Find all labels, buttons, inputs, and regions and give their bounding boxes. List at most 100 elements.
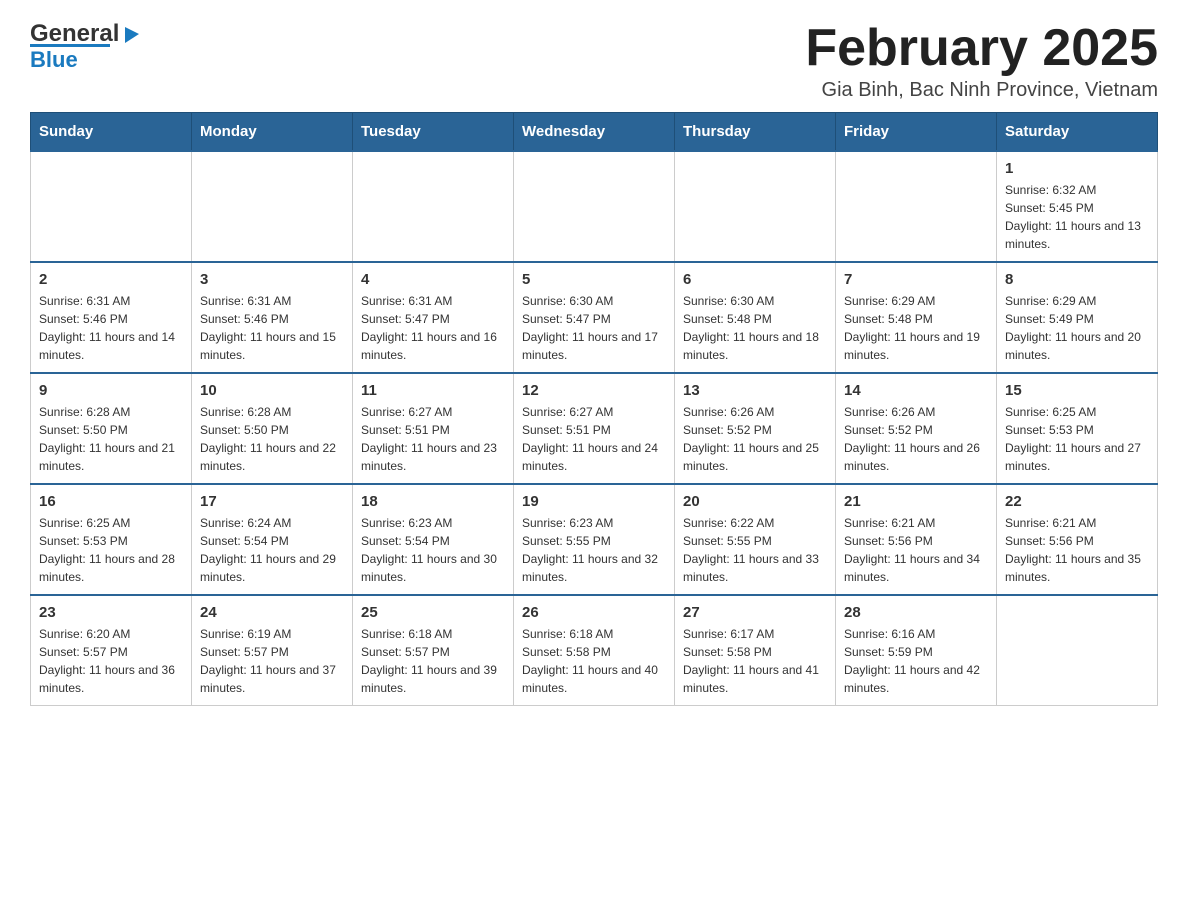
day-number: 18 [361,493,505,510]
day-cell: 23 Sunrise: 6:20 AM Sunset: 5:57 PM Dayli… [31,595,192,706]
day-info: Sunrise: 6:27 AM Sunset: 5:51 PM Dayligh… [361,403,505,475]
day-info: Sunrise: 6:26 AM Sunset: 5:52 PM Dayligh… [844,403,988,475]
day-info: Sunrise: 6:30 AM Sunset: 5:48 PM Dayligh… [683,292,827,364]
day-number: 4 [361,271,505,288]
day-info: Sunrise: 6:28 AM Sunset: 5:50 PM Dayligh… [200,403,344,475]
day-cell [836,151,997,262]
header-cell-friday: Friday [836,113,997,152]
day-number: 21 [844,493,988,510]
day-info: Sunrise: 6:30 AM Sunset: 5:47 PM Dayligh… [522,292,666,364]
day-number: 11 [361,382,505,399]
day-number: 28 [844,604,988,621]
week-row-1: 1 Sunrise: 6:32 AM Sunset: 5:45 PM Daylig… [31,151,1158,262]
header-cell-wednesday: Wednesday [514,113,675,152]
day-cell: 5Sunrise: 6:30 AM Sunset: 5:47 PM Daylig… [514,262,675,373]
header-cell-sunday: Sunday [31,113,192,152]
day-cell: 4 Sunrise: 6:31 AM Sunset: 5:47 PM Daylig… [353,262,514,373]
day-number: 16 [39,493,183,510]
day-number: 15 [1005,382,1149,399]
day-cell: 21Sunrise: 6:21 AM Sunset: 5:56 PM Dayli… [836,484,997,595]
day-cell: 6 Sunrise: 6:30 AM Sunset: 5:48 PM Daylig… [675,262,836,373]
day-info: Sunrise: 6:31 AM Sunset: 5:47 PM Dayligh… [361,292,505,364]
page-header: General Blue February 2025 Gia Binh, Bac… [30,20,1158,102]
day-cell: 8 Sunrise: 6:29 AM Sunset: 5:49 PM Daylig… [997,262,1158,373]
day-info: Sunrise: 6:25 AM Sunset: 5:53 PM Dayligh… [39,514,183,586]
week-row-3: 9 Sunrise: 6:28 AM Sunset: 5:50 PM Daylig… [31,373,1158,484]
day-cell: 3 Sunrise: 6:31 AM Sunset: 5:46 PM Daylig… [192,262,353,373]
day-number: 27 [683,604,827,621]
day-cell [997,595,1158,706]
day-number: 17 [200,493,344,510]
day-cell [192,151,353,262]
logo-triangle-icon [121,25,139,43]
day-cell: 24 Sunrise: 6:19 AM Sunset: 5:57 PM Dayli… [192,595,353,706]
day-cell: 12 Sunrise: 6:27 AM Sunset: 5:51 PM Dayli… [514,373,675,484]
calendar-header: SundayMondayTuesdayWednesdayThursdayFrid… [31,113,1158,152]
day-cell: 15Sunrise: 6:25 AM Sunset: 5:53 PM Dayli… [997,373,1158,484]
day-info: Sunrise: 6:19 AM Sunset: 5:57 PM Dayligh… [200,625,344,697]
day-number: 3 [200,271,344,288]
day-number: 20 [683,493,827,510]
day-number: 9 [39,382,183,399]
day-number: 19 [522,493,666,510]
day-info: Sunrise: 6:31 AM Sunset: 5:46 PM Dayligh… [39,292,183,364]
day-number: 13 [683,382,827,399]
day-number: 7 [844,271,988,288]
day-number: 1 [1005,160,1149,177]
day-info: Sunrise: 6:31 AM Sunset: 5:46 PM Dayligh… [200,292,344,364]
header-cell-thursday: Thursday [675,113,836,152]
day-info: Sunrise: 6:28 AM Sunset: 5:50 PM Dayligh… [39,403,183,475]
header-cell-tuesday: Tuesday [353,113,514,152]
day-number: 2 [39,271,183,288]
day-cell [353,151,514,262]
day-info: Sunrise: 6:26 AM Sunset: 5:52 PM Dayligh… [683,403,827,475]
day-number: 12 [522,382,666,399]
day-cell: 14 Sunrise: 6:26 AM Sunset: 5:52 PM Dayli… [836,373,997,484]
day-info: Sunrise: 6:20 AM Sunset: 5:57 PM Dayligh… [39,625,183,697]
day-cell: 18 Sunrise: 6:23 AM Sunset: 5:54 PM Dayli… [353,484,514,595]
day-cell: 25 Sunrise: 6:18 AM Sunset: 5:57 PM Dayli… [353,595,514,706]
week-row-2: 2 Sunrise: 6:31 AM Sunset: 5:46 PM Daylig… [31,262,1158,373]
day-info: Sunrise: 6:27 AM Sunset: 5:51 PM Dayligh… [522,403,666,475]
day-number: 23 [39,604,183,621]
day-info: Sunrise: 6:24 AM Sunset: 5:54 PM Dayligh… [200,514,344,586]
day-info: Sunrise: 6:32 AM Sunset: 5:45 PM Dayligh… [1005,181,1149,253]
day-cell: 27Sunrise: 6:17 AM Sunset: 5:58 PM Dayli… [675,595,836,706]
day-info: Sunrise: 6:23 AM Sunset: 5:54 PM Dayligh… [361,514,505,586]
day-cell: 26Sunrise: 6:18 AM Sunset: 5:58 PM Dayli… [514,595,675,706]
day-cell: 13 Sunrise: 6:26 AM Sunset: 5:52 PM Dayli… [675,373,836,484]
day-number: 25 [361,604,505,621]
page-subtitle: Gia Binh, Bac Ninh Province, Vietnam [805,79,1158,102]
day-cell: 11 Sunrise: 6:27 AM Sunset: 5:51 PM Dayli… [353,373,514,484]
header-cell-monday: Monday [192,113,353,152]
day-info: Sunrise: 6:16 AM Sunset: 5:59 PM Dayligh… [844,625,988,697]
day-number: 22 [1005,493,1149,510]
day-cell: 10 Sunrise: 6:28 AM Sunset: 5:50 PM Dayli… [192,373,353,484]
day-info: Sunrise: 6:23 AM Sunset: 5:55 PM Dayligh… [522,514,666,586]
day-number: 24 [200,604,344,621]
day-cell [675,151,836,262]
day-cell: 7 Sunrise: 6:29 AM Sunset: 5:48 PM Daylig… [836,262,997,373]
day-cell: 16 Sunrise: 6:25 AM Sunset: 5:53 PM Dayli… [31,484,192,595]
day-cell: 17 Sunrise: 6:24 AM Sunset: 5:54 PM Dayli… [192,484,353,595]
header-cell-saturday: Saturday [997,113,1158,152]
day-cell: 2 Sunrise: 6:31 AM Sunset: 5:46 PM Daylig… [31,262,192,373]
day-number: 14 [844,382,988,399]
calendar-body: 1 Sunrise: 6:32 AM Sunset: 5:45 PM Daylig… [31,151,1158,706]
header-row: SundayMondayTuesdayWednesdayThursdayFrid… [31,113,1158,152]
logo: General Blue [30,20,139,73]
day-number: 6 [683,271,827,288]
day-info: Sunrise: 6:22 AM Sunset: 5:55 PM Dayligh… [683,514,827,586]
day-cell: 1 Sunrise: 6:32 AM Sunset: 5:45 PM Daylig… [997,151,1158,262]
day-number: 8 [1005,271,1149,288]
day-info: Sunrise: 6:29 AM Sunset: 5:48 PM Dayligh… [844,292,988,364]
day-cell: 28 Sunrise: 6:16 AM Sunset: 5:59 PM Dayli… [836,595,997,706]
day-cell: 22 Sunrise: 6:21 AM Sunset: 5:56 PM Dayli… [997,484,1158,595]
title-block: February 2025 Gia Binh, Bac Ninh Provinc… [805,20,1158,102]
day-info: Sunrise: 6:21 AM Sunset: 5:56 PM Dayligh… [1005,514,1149,586]
day-info: Sunrise: 6:18 AM Sunset: 5:57 PM Dayligh… [361,625,505,697]
day-info: Sunrise: 6:29 AM Sunset: 5:49 PM Dayligh… [1005,292,1149,364]
day-cell: 9 Sunrise: 6:28 AM Sunset: 5:50 PM Daylig… [31,373,192,484]
day-number: 10 [200,382,344,399]
week-row-4: 16 Sunrise: 6:25 AM Sunset: 5:53 PM Dayli… [31,484,1158,595]
